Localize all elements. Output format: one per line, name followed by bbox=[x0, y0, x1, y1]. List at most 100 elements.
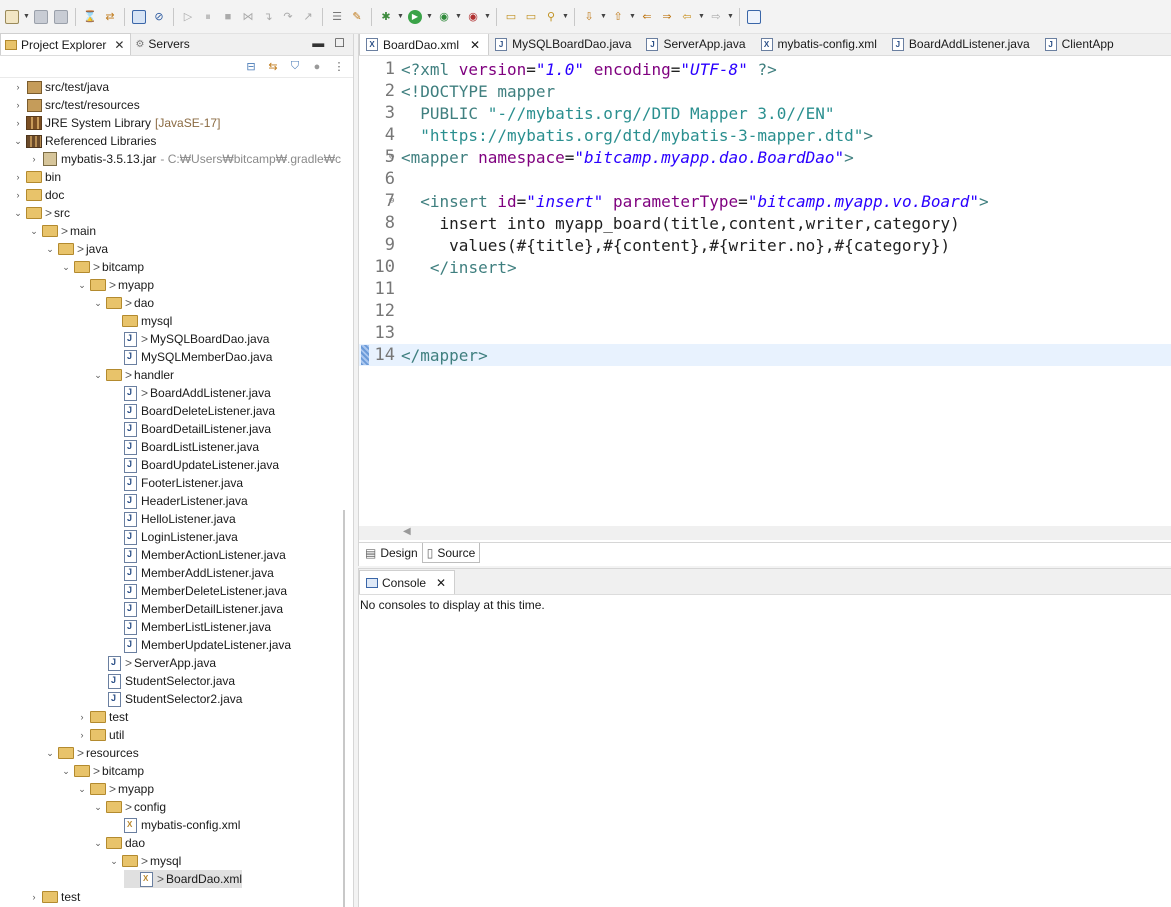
expanded-chevron-icon[interactable]: ⌄ bbox=[76, 280, 88, 291]
save-icon[interactable] bbox=[31, 6, 51, 28]
tree-item[interactable]: StudentSelector.java bbox=[92, 672, 235, 690]
resume-icon[interactable]: ▷ bbox=[178, 6, 198, 28]
minimize-icon[interactable]: ▬ bbox=[312, 36, 324, 50]
close-icon[interactable]: ✕ bbox=[470, 38, 480, 52]
tree-item[interactable]: ⌄ > main bbox=[28, 222, 96, 240]
debug-dropdown-icon[interactable]: ▼ bbox=[396, 6, 405, 28]
new-icon[interactable] bbox=[2, 6, 22, 28]
editor-tab[interactable]: J ClientApp bbox=[1039, 34, 1123, 55]
expanded-chevron-icon[interactable]: ⌄ bbox=[44, 748, 56, 759]
expanded-chevron-icon[interactable]: ⌄ bbox=[108, 856, 120, 867]
tree-item[interactable]: › util bbox=[76, 726, 125, 744]
search-icon[interactable]: ⚲ bbox=[541, 6, 561, 28]
expanded-chevron-icon[interactable]: ⌄ bbox=[60, 766, 72, 777]
tree-item[interactable]: FooterListener.java bbox=[108, 474, 243, 492]
expanded-chevron-icon[interactable]: ⌄ bbox=[28, 226, 40, 237]
expanded-chevron-icon[interactable]: ⌄ bbox=[92, 298, 104, 309]
open-resource-icon[interactable]: ▭ bbox=[521, 6, 541, 28]
tree-item[interactable]: ⌄ > dao bbox=[92, 294, 154, 312]
debug-icon[interactable]: ✱ bbox=[376, 6, 396, 28]
back-icon[interactable]: ⇦ bbox=[677, 6, 697, 28]
forward-icon[interactable]: ⇨ bbox=[706, 6, 726, 28]
console-view-icon[interactable] bbox=[129, 6, 149, 28]
next-annotation-icon[interactable]: ⇩ bbox=[579, 6, 599, 28]
expanded-chevron-icon[interactable]: ⌄ bbox=[76, 784, 88, 795]
tree-item[interactable]: MemberUpdateListener.java bbox=[108, 636, 291, 654]
search-dropdown-icon[interactable]: ▼ bbox=[561, 6, 570, 28]
tab-servers[interactable]: ⚙ Servers bbox=[131, 33, 195, 55]
expanded-chevron-icon[interactable]: ⌄ bbox=[92, 370, 104, 381]
tree-item[interactable]: ⌄ > bitcamp bbox=[60, 762, 144, 780]
view-menu-icon[interactable]: ⋮ bbox=[331, 60, 347, 74]
editor-tab[interactable]: Xmybatis-config.xml bbox=[755, 34, 886, 55]
tree-item[interactable]: BoardUpdateListener.java bbox=[108, 456, 279, 474]
tree-item[interactable]: MemberActionListener.java bbox=[108, 546, 286, 564]
tree-item[interactable]: › doc bbox=[12, 186, 65, 204]
expanded-chevron-icon[interactable]: ⌄ bbox=[92, 838, 104, 849]
tree-item[interactable]: ⌄ > config bbox=[92, 798, 166, 816]
tab-console[interactable]: Console ✕ bbox=[359, 570, 456, 594]
open-type-icon[interactable]: ▭ bbox=[501, 6, 521, 28]
save-all-icon[interactable] bbox=[51, 6, 71, 28]
tree-item[interactable]: MemberListListener.java bbox=[108, 618, 271, 636]
suspend-icon[interactable]: ⏸ bbox=[198, 6, 218, 28]
collapsed-chevron-icon[interactable]: › bbox=[12, 172, 24, 182]
forward-dropdown-icon[interactable]: ▼ bbox=[726, 6, 735, 28]
expanded-chevron-icon[interactable]: ⌄ bbox=[44, 244, 56, 255]
editor-tab[interactable]: J ServerApp.java bbox=[640, 34, 754, 55]
maximize-icon[interactable]: ☐ bbox=[334, 36, 345, 50]
tab-project-explorer[interactable]: Project Explorer ✕ bbox=[0, 33, 132, 55]
tree-item[interactable]: > BoardDao.xml bbox=[124, 870, 243, 888]
task-icon[interactable]: ⌛ bbox=[80, 6, 100, 28]
tree-item[interactable]: > MySQLBoardDao.java bbox=[108, 330, 269, 348]
next-annotation-dropdown-icon[interactable]: ▼ bbox=[599, 6, 608, 28]
collapsed-chevron-icon[interactable]: › bbox=[76, 712, 88, 722]
tree-item[interactable]: HelloListener.java bbox=[108, 510, 236, 528]
tree-item[interactable]: › mybatis-3.5.13.jar - C:₩Users₩bitcamp₩.g… bbox=[28, 150, 342, 168]
tree-item[interactable]: LoginListener.java bbox=[108, 528, 238, 546]
tab-source[interactable]: ▯ Source bbox=[421, 543, 481, 563]
tree-item[interactable]: ⌄ Referenced Libraries bbox=[12, 132, 156, 150]
expanded-chevron-icon[interactable]: ⌄ bbox=[92, 802, 104, 813]
collapsed-chevron-icon[interactable]: › bbox=[28, 892, 40, 902]
collapsed-chevron-icon[interactable]: › bbox=[28, 154, 40, 164]
filter-icon[interactable]: ⛉ bbox=[287, 60, 303, 74]
terminate-icon[interactable]: ■ bbox=[218, 6, 238, 28]
tab-design[interactable]: ▤ Design bbox=[361, 543, 422, 563]
tree-item[interactable]: › src/test/java bbox=[12, 78, 110, 96]
tree-item[interactable]: ⌄ > myapp bbox=[76, 276, 154, 294]
outline-icon[interactable]: ☰ bbox=[327, 6, 347, 28]
new-dropdown-icon[interactable]: ▼ bbox=[22, 6, 31, 28]
tree-item[interactable]: ⌄ > src bbox=[12, 204, 70, 222]
tree-item[interactable]: MemberAddListener.java bbox=[108, 564, 274, 582]
tree-item[interactable]: › test bbox=[28, 888, 81, 906]
external-tools-dropdown-icon[interactable]: ▼ bbox=[483, 6, 492, 28]
back-dropdown-icon[interactable]: ▼ bbox=[697, 6, 706, 28]
fold-collapse-icon[interactable]: ⊖ bbox=[389, 152, 394, 162]
tree-item[interactable]: MySQLMemberDao.java bbox=[108, 348, 272, 366]
step-into-icon[interactable]: ↴ bbox=[258, 6, 278, 28]
tree-item[interactable]: mysql bbox=[108, 312, 172, 330]
tree-item[interactable]: BoardDeleteListener.java bbox=[108, 402, 275, 420]
collapsed-chevron-icon[interactable]: › bbox=[12, 100, 24, 110]
open-perspective-icon[interactable] bbox=[744, 6, 764, 28]
editor-tab[interactable]: J MySQLBoardDao.java bbox=[489, 34, 640, 55]
editor-tab[interactable]: J BoardAddListener.java bbox=[886, 34, 1039, 55]
last-edit-icon[interactable]: ⇐ bbox=[637, 6, 657, 28]
collapsed-chevron-icon[interactable]: › bbox=[12, 190, 24, 200]
code-editor[interactable]: 1 <?xml version="1.0" encoding="UTF-8" ?>… bbox=[359, 56, 1171, 526]
prev-annotation-icon[interactable]: ⇧ bbox=[608, 6, 628, 28]
collapse-all-icon[interactable]: ⊟ bbox=[243, 60, 259, 74]
prev-annotation-dropdown-icon[interactable]: ▼ bbox=[628, 6, 637, 28]
step-return-icon[interactable]: ↗ bbox=[298, 6, 318, 28]
tree-item[interactable]: ⌄ > bitcamp bbox=[60, 258, 144, 276]
tree-item[interactable]: ⌄ dao bbox=[92, 834, 145, 852]
tree-item[interactable]: ⌄ > java bbox=[44, 240, 108, 258]
tree-item[interactable]: StudentSelector2.java bbox=[92, 690, 242, 708]
tree-item[interactable]: ⌄ > handler bbox=[92, 366, 174, 384]
editor-tab[interactable]: X BoardDao.xml ✕ bbox=[359, 34, 490, 55]
tree-item[interactable]: mybatis-config.xml bbox=[108, 816, 240, 834]
tree-item[interactable]: › src/test/resources bbox=[12, 96, 140, 114]
close-icon[interactable]: ✕ bbox=[114, 38, 124, 52]
tree-item[interactable]: > ServerApp.java bbox=[92, 654, 216, 672]
